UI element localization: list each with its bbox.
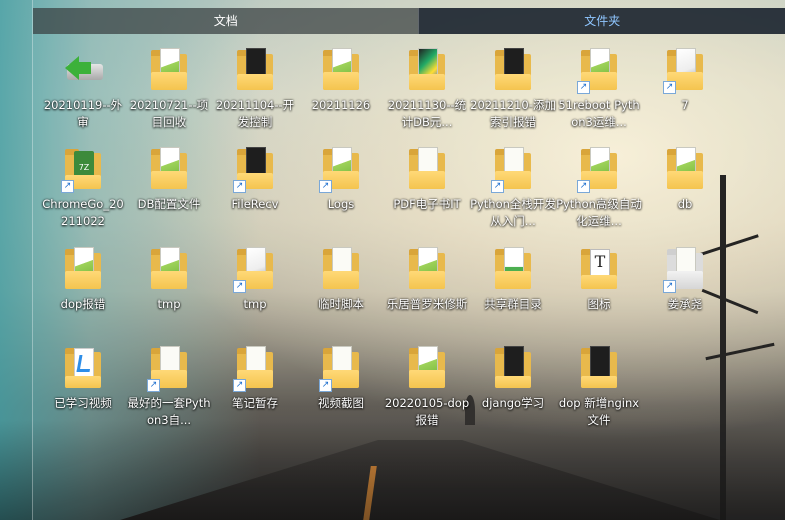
folder-dark-doc-icon: [495, 48, 531, 92]
desktop-item[interactable]: 已学习视频: [40, 346, 126, 412]
item-label: ChromeGo_20211022: [42, 197, 124, 228]
folder-shortcut-icon: ↗: [319, 346, 359, 392]
folder-shortcut-icon: ↗: [319, 147, 359, 193]
item-label: 20220105-dop报错: [384, 396, 470, 427]
desktop-item[interactable]: 20211210-添加索引报错: [470, 48, 556, 131]
folder-icon: [495, 247, 531, 291]
tab-folders[interactable]: 文件夹: [418, 8, 785, 34]
item-label: 51reboot Python3运维...: [558, 98, 640, 129]
item-label: 乐居普罗米修斯: [386, 297, 468, 311]
desktop-item[interactable]: 20210721--项目回收: [126, 48, 212, 131]
desktop-item[interactable]: 乐居普罗米修斯: [384, 247, 470, 313]
item-label: 姜承尧: [667, 297, 703, 311]
folder-icon: [65, 247, 101, 291]
desktop-item[interactable]: ↗ 7: [642, 48, 728, 114]
item-label: 20210119--外审: [43, 98, 123, 129]
folder-icon: [323, 247, 359, 291]
desktop-item[interactable]: 20210119--外审: [40, 48, 126, 131]
item-label: 图标: [587, 297, 611, 311]
folder-colorful-icon: [409, 48, 445, 92]
desktop-item[interactable]: 20211130--统计DB元...: [384, 48, 470, 131]
item-label: dop报错: [60, 297, 106, 311]
folder-icon: [323, 48, 359, 92]
tab-documents[interactable]: 文档: [33, 8, 419, 34]
item-label: db: [677, 197, 693, 211]
folder-shortcut-icon: ↗: [491, 147, 531, 193]
desktop-item[interactable]: 共享群目录: [470, 247, 556, 313]
desktop-item[interactable]: tmp: [126, 247, 212, 313]
item-label: 20210721--项目回收: [129, 98, 209, 129]
desktop-item[interactable]: 7Z ↗ ChromeGo_20211022: [40, 147, 126, 230]
desktop-item[interactable]: ↗ Python高级自动化运维...: [556, 147, 642, 230]
desktop-item[interactable]: ↗ 51reboot Python3运维...: [556, 48, 642, 131]
desktop-item[interactable]: T 图标: [556, 247, 642, 313]
item-label: 20211210-添加索引报错: [470, 98, 556, 129]
folder-shortcut-icon: ↗: [663, 247, 703, 293]
folder-dark-doc-icon: [237, 48, 273, 92]
item-label: tmp: [243, 297, 267, 311]
item-label: 共享群目录: [484, 297, 542, 311]
folder-vscode-icon: [65, 346, 101, 390]
desktop-item[interactable]: ↗ Python全栈开发从入门...: [470, 147, 556, 230]
item-label: 临时脚本: [318, 297, 364, 311]
item-label: tmp: [157, 297, 181, 311]
folder-icon: [151, 147, 187, 191]
folder-shortcut-icon: ↗: [577, 147, 617, 193]
folder-t-icon: T: [581, 247, 617, 291]
folder-icon: [409, 147, 445, 191]
desktop-item[interactable]: db: [642, 147, 728, 213]
folder-icon: [667, 147, 703, 191]
desktop-item[interactable]: 20211104--开发控制: [212, 48, 298, 131]
desktop-item[interactable]: ↗ 最好的一套Python3自...: [126, 346, 212, 429]
desktop-item[interactable]: 20211126: [298, 48, 384, 114]
item-label: 视频截图: [318, 396, 364, 410]
desktop-item[interactable]: ↗ 姜承尧: [642, 247, 728, 313]
folder-icon: [151, 247, 187, 291]
desktop-item[interactable]: dop报错: [40, 247, 126, 313]
item-label: 20211104--开发控制: [215, 98, 295, 129]
desktop-item[interactable]: django学习: [470, 346, 556, 412]
item-label: Python高级自动化运维...: [556, 197, 642, 228]
desktop-item[interactable]: ↗ 视频截图: [298, 346, 384, 412]
item-label: Python全栈开发从入门...: [470, 197, 556, 228]
item-label: 20211126: [311, 98, 371, 112]
folder-dark-doc-icon: [581, 346, 617, 390]
item-label: 7: [681, 98, 689, 112]
folder-icon: [409, 346, 445, 390]
panel-tabs: 文档 文件夹: [33, 8, 785, 34]
folder-shortcut-icon: ↗: [577, 48, 617, 94]
desktop-item[interactable]: ↗ 笔记暂存: [212, 346, 298, 412]
item-label: 最好的一套Python3自...: [127, 396, 211, 427]
folder-chrome-shortcut-icon: 7Z ↗: [61, 147, 101, 193]
folder-shortcut-icon: ↗: [233, 147, 273, 193]
desktop-item[interactable]: DB配置文件: [126, 147, 212, 213]
folder-dark-doc-icon: [495, 346, 531, 390]
desktop-item[interactable]: ↗ tmp: [212, 247, 298, 313]
item-label: PDF电子书IT: [393, 197, 461, 211]
folder-shortcut-icon: ↗: [147, 346, 187, 392]
folder-icon: [409, 247, 445, 291]
folder-icon: [151, 48, 187, 92]
desktop-item[interactable]: 20220105-dop报错: [384, 346, 470, 429]
desktop-item[interactable]: PDF电子书IT: [384, 147, 470, 213]
usb-drive-icon: [65, 48, 103, 92]
item-label: 笔记暂存: [232, 396, 278, 410]
item-label: 已学习视频: [54, 396, 112, 410]
desktop-item[interactable]: dop 新增nginx文件: [556, 346, 642, 429]
item-label: FileRecv: [231, 197, 279, 211]
item-label: django学习: [481, 396, 545, 410]
item-label: dop 新增nginx文件: [558, 396, 640, 427]
item-label: 20211130--统计DB元...: [387, 98, 467, 129]
desktop-item[interactable]: ↗ Logs: [298, 147, 384, 213]
folder-shortcut-icon: ↗: [233, 247, 273, 293]
folder-shortcut-icon: ↗: [233, 346, 273, 392]
desktop-item[interactable]: ↗ FileRecv: [212, 147, 298, 213]
item-label: Logs: [327, 197, 355, 211]
item-label: DB配置文件: [137, 197, 201, 211]
desktop-item[interactable]: 临时脚本: [298, 247, 384, 313]
folder-shortcut-icon: ↗: [663, 48, 703, 94]
